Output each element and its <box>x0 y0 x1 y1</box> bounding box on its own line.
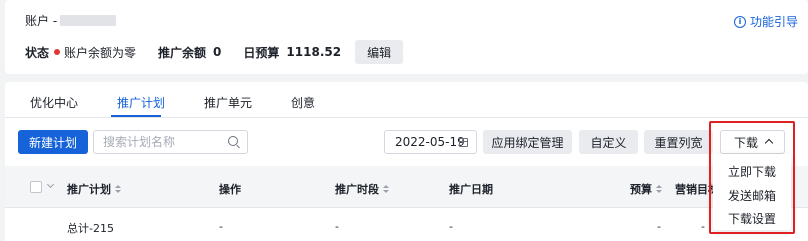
menu-item-send-email[interactable]: 发送邮箱 <box>713 187 791 204</box>
search-input[interactable] <box>103 135 223 149</box>
th-time-slot[interactable]: 推广时段 <box>335 181 389 197</box>
cell-op: - <box>219 220 223 233</box>
customize-button[interactable]: 自定义 <box>579 130 638 154</box>
budget-label: 日预算 <box>243 45 280 60</box>
app-binding-button[interactable]: 应用绑定管理 <box>483 130 572 154</box>
budget-value: 1118.52 <box>286 45 342 59</box>
status-label: 状态 <box>25 45 50 60</box>
tab-ad-unit[interactable]: 推广单元 <box>204 94 252 111</box>
feature-guide-link[interactable]: i 功能引导 <box>733 13 798 30</box>
menu-item-download-settings[interactable]: 下载设置 <box>713 210 791 227</box>
cell-budget: - <box>657 220 661 233</box>
search-icon[interactable] <box>228 136 238 146</box>
calendar-icon <box>459 138 468 147</box>
status-dot-icon <box>54 49 61 55</box>
th-time-slot-label: 推广时段 <box>335 183 379 196</box>
feature-guide-label: 功能引导 <box>749 15 798 29</box>
tab-bar: 优化中心 推广计划 推广单元 创意 <box>5 82 808 118</box>
chevron-up-icon <box>764 138 774 148</box>
new-plan-button[interactable]: 新建计划 <box>18 130 88 154</box>
th-budget-label: 预算 <box>630 183 652 196</box>
cell-time: - <box>335 220 339 233</box>
download-button[interactable]: 下载 <box>720 130 785 154</box>
tab-campaign-plan[interactable]: 推广计划 <box>117 94 165 111</box>
account-label: 账户 - <box>25 14 58 28</box>
cell-plan: 总计-215 <box>67 222 114 235</box>
select-all-checkbox[interactable] <box>30 181 42 193</box>
th-budget[interactable]: 预算 <box>630 181 662 197</box>
tab-creative[interactable]: 创意 <box>291 94 315 111</box>
th-date: 推广日期 <box>449 183 493 196</box>
active-tab-indicator <box>111 115 161 117</box>
edit-button[interactable]: 编辑 <box>355 40 404 64</box>
sort-icon[interactable] <box>656 185 662 193</box>
sort-icon[interactable] <box>383 185 389 193</box>
campaign-panel: 优化中心 推广计划 推广单元 创意 新建计划 2022-05-19 应用绑定管理… <box>5 82 808 241</box>
status-value: 账户余额为零 <box>64 45 137 60</box>
th-campaign-plan[interactable]: 推广计划 <box>67 181 121 197</box>
cell-target: - <box>701 220 705 233</box>
download-label: 下载 <box>734 135 759 150</box>
balance-label: 推广余额 <box>158 45 207 60</box>
th-operation: 操作 <box>219 183 241 196</box>
balance-value: 0 <box>213 45 222 59</box>
info-icon: i <box>733 15 746 28</box>
search-box <box>93 130 248 154</box>
account-card: 账户 - i 功能引导 状态 账户余额为零 推广余额 0 日预算 1118.52… <box>5 0 808 74</box>
table-header: 推广计划 操作 推广时段 推广日期 预算 营销目标 <box>5 166 808 208</box>
menu-item-download-now[interactable]: 立即下载 <box>713 163 791 180</box>
th-campaign-plan-label: 推广计划 <box>67 183 111 196</box>
cell-date: - <box>449 220 453 233</box>
sort-icon[interactable] <box>115 185 121 193</box>
reset-column-width-button[interactable]: 重置列宽 <box>644 130 713 154</box>
date-picker[interactable]: 2022-05-19 <box>384 130 477 154</box>
account-name-mask <box>60 15 117 26</box>
tab-optimization-center[interactable]: 优化中心 <box>30 94 78 111</box>
date-value: 2022-05-19 <box>395 135 465 149</box>
table-row: 总计-215 - - - - - <box>5 209 808 241</box>
account-row: 账户 - <box>25 12 117 29</box>
status-row: 状态 账户余额为零 推广余额 0 日预算 1118.52 编辑 <box>25 40 404 64</box>
download-menu: 立即下载 发送邮箱 下载设置 <box>713 154 791 230</box>
